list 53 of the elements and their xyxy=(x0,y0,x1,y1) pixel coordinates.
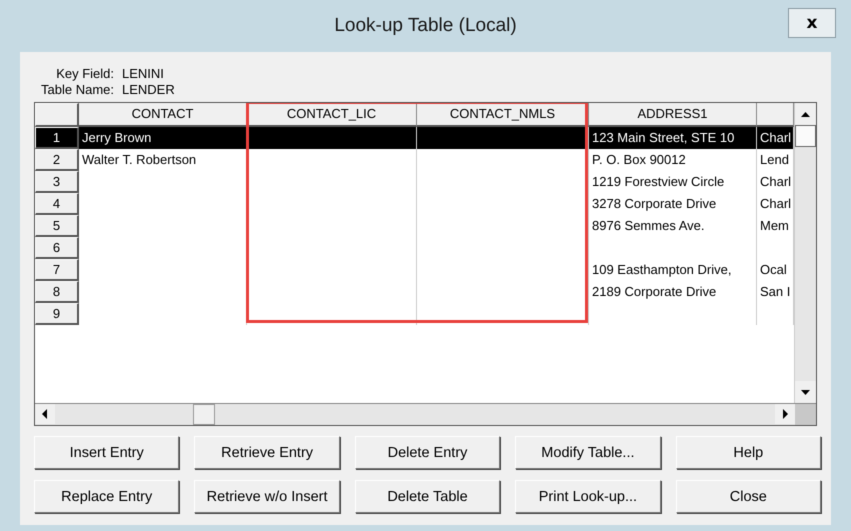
dialog-button[interactable]: Modify Table... xyxy=(515,436,661,469)
scroll-right-icon[interactable] xyxy=(775,404,795,424)
row-header[interactable]: 7 xyxy=(35,259,79,281)
field-value: LENINI xyxy=(122,66,164,82)
column-header[interactable]: CONTACT_NMLS xyxy=(417,103,589,127)
table-cell: 2189 Corporate Drive xyxy=(592,284,716,299)
scroll-left-icon[interactable] xyxy=(35,404,55,424)
table-cell: Mem xyxy=(760,218,789,233)
table-cell: Walter T. Robertson xyxy=(82,152,196,167)
field-label: Key Field: xyxy=(55,66,114,82)
column-header[interactable]: CONTACT xyxy=(79,103,247,127)
row-header[interactable]: 1 xyxy=(35,127,79,149)
column-header[interactable]: CONTACT_LIC xyxy=(247,103,417,127)
table-cell: Charl xyxy=(760,130,792,145)
table-cell: Charl xyxy=(760,196,792,211)
table-cell: San I xyxy=(760,284,790,299)
table-cell: 3278 Corporate Drive xyxy=(592,196,716,211)
dialog-button[interactable]: Delete Table xyxy=(354,480,500,513)
scroll-thumb[interactable] xyxy=(193,404,215,425)
window-close-button[interactable]: x xyxy=(788,8,836,38)
column-header[interactable]: ADDRESS1 xyxy=(589,103,757,127)
table-cell: 109 Easthampton Drive, xyxy=(592,262,732,277)
row-header[interactable]: 6 xyxy=(35,237,79,259)
dialog-button[interactable]: Print Look-up... xyxy=(515,480,661,513)
dialog-button[interactable]: Retrieve w/o Insert xyxy=(194,480,340,513)
dialog-button[interactable]: Insert Entry xyxy=(34,436,180,469)
row-header[interactable]: 9 xyxy=(35,303,79,325)
column-header[interactable] xyxy=(757,103,794,127)
field-value: LENDER xyxy=(122,82,175,98)
horizontal-scrollbar[interactable] xyxy=(35,403,816,425)
table-cell: 8976 Semmes Ave. xyxy=(592,218,704,233)
table-cell: Lend xyxy=(760,152,789,167)
dialog-button[interactable]: Replace Entry xyxy=(34,480,180,513)
row-header[interactable]: 3 xyxy=(35,171,79,193)
dialog-button[interactable]: Help xyxy=(676,436,822,469)
row-header[interactable]: 5 xyxy=(35,215,79,237)
dialog-button[interactable]: Delete Entry xyxy=(354,436,500,469)
table-cell: Jerry Brown xyxy=(82,130,152,145)
table-cell: 1219 Forestview Circle xyxy=(592,174,724,189)
dialog-button[interactable]: Retrieve Entry xyxy=(194,436,340,469)
window-title: Look-up Table (Local) xyxy=(334,15,517,37)
size-grip[interactable] xyxy=(795,404,816,425)
table-cell: 123 Main Street, STE 10 xyxy=(592,130,734,145)
table-cell: Charl xyxy=(760,174,792,189)
dialog-button[interactable]: Close xyxy=(676,480,822,513)
table-cell: P. O. Box 90012 xyxy=(592,152,686,167)
vertical-scrollbar[interactable] xyxy=(794,103,816,403)
row-header[interactable]: 4 xyxy=(35,193,79,215)
row-header[interactable]: 2 xyxy=(35,149,79,171)
scroll-thumb[interactable] xyxy=(795,125,816,147)
table-cell: Ocal xyxy=(760,262,787,277)
row-header[interactable]: 8 xyxy=(35,281,79,303)
field-label: Table Name: xyxy=(40,82,114,98)
